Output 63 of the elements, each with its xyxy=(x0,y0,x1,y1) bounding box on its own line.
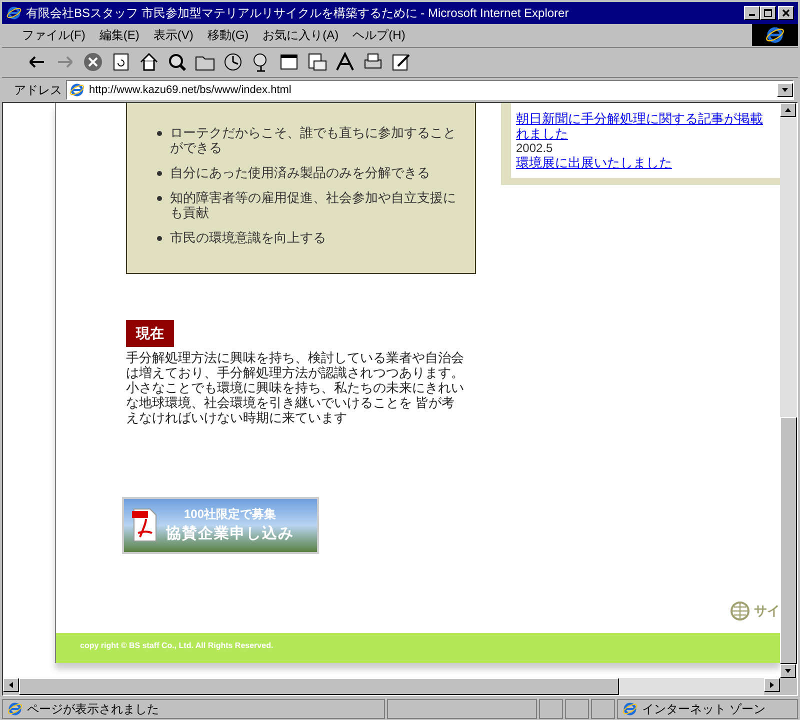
scroll-right-button[interactable] xyxy=(764,678,780,692)
pdf-file-icon xyxy=(132,507,158,544)
address-field[interactable]: http://www.kazu69.net/bs/www/index.html xyxy=(66,80,794,100)
copyright-text: copy right © BS staff Co., Ltd. All Rights Reserved. xyxy=(80,640,274,650)
stop-icon[interactable] xyxy=(82,51,104,74)
minimize-icon xyxy=(749,14,755,16)
section-heading: 現在 xyxy=(126,320,174,347)
bullet-icon xyxy=(157,236,162,241)
up-caret-icon xyxy=(784,106,792,114)
bullet-icon xyxy=(157,170,162,176)
home-icon[interactable] xyxy=(138,51,160,74)
browser-logo-icon xyxy=(7,701,23,718)
vertical-scrollbar[interactable] xyxy=(780,102,797,696)
down-caret-icon xyxy=(784,667,792,676)
feature-text: 市民の環境意識を向上する xyxy=(170,230,326,245)
globe-icon xyxy=(730,600,750,621)
caret-icon xyxy=(781,86,789,94)
scroll-down-button[interactable] xyxy=(780,664,796,678)
status-pane xyxy=(539,699,563,720)
news-link[interactable]: 環境展に出展いたしました xyxy=(516,154,780,170)
address-label: アドレス xyxy=(14,82,62,99)
status-pane xyxy=(565,699,589,720)
banner-subtitle: 100社限定で募集 xyxy=(184,506,276,524)
menu-item[interactable]: ヘルプ(H) xyxy=(352,26,406,44)
feature-text: 自分にあった使用済み製品のみを分解できる xyxy=(170,164,430,180)
horizontal-scrollbar[interactable] xyxy=(3,678,780,696)
menu-item[interactable]: 表示(V) xyxy=(153,26,194,44)
banner-title: 協賛企業申し込み xyxy=(166,524,294,544)
status-text: ページが表示されました xyxy=(27,701,159,718)
browser-logo-icon xyxy=(69,82,85,98)
scrollbar-corner xyxy=(780,678,797,696)
bullet-icon xyxy=(157,130,162,136)
zone-text: インターネット ゾーン xyxy=(642,701,766,718)
search-icon[interactable] xyxy=(166,51,188,74)
minimize-button[interactable] xyxy=(744,6,760,20)
browser-logo-icon xyxy=(6,4,22,21)
close-button[interactable] xyxy=(778,6,794,20)
menu-item[interactable]: 移動(G) xyxy=(207,26,249,44)
close-icon xyxy=(782,8,790,17)
address-url: http://www.kazu69.net/bs/www/index.html xyxy=(89,82,292,98)
section-paragraph: 手分解処理方法に興味を持ち、検討している業者や自治会は増えており、手分解処理方法が認識されつつあります。小さなことでも環境に興味を持ち、私たちの未来にきれいな地球環境、社会環境を引き継いでいけることを 皆が考えなければいけない時期に来ています xyxy=(126,350,465,425)
menu-item[interactable]: ファイル(F) xyxy=(22,26,86,44)
menu-item[interactable]: お気に入り(A) xyxy=(262,26,339,44)
font-icon[interactable] xyxy=(334,51,356,74)
dropdown-button[interactable] xyxy=(777,82,793,97)
maximize-button[interactable] xyxy=(760,6,776,20)
window-title: 有限会社BSスタッフ 市民参加型マテリアルリサイクルを構築するために - Microsoft Internet Explorer xyxy=(26,4,570,22)
news-link[interactable]: 朝日新聞に手分解処理に関する記事が掲載 れました xyxy=(516,110,780,141)
maximize-icon xyxy=(764,8,772,17)
news-date: 2002.5 xyxy=(516,140,554,155)
feature-text: 知的障害者等の雇用促進、社会参加や自立支援にも貢献 xyxy=(170,190,457,220)
menu-item[interactable]: 編集(E) xyxy=(99,26,140,44)
scroll-left-button[interactable] xyxy=(3,678,19,692)
mail-icon[interactable] xyxy=(306,51,328,74)
browser-logo-icon xyxy=(622,701,638,718)
right-caret-icon xyxy=(768,681,776,690)
feature-text: ローテクだからこそ、誰でも直ちに参加することができる xyxy=(170,124,457,155)
status-pane xyxy=(591,699,615,720)
history-icon[interactable] xyxy=(222,51,244,74)
browser-logo-icon xyxy=(765,25,785,46)
scroll-up-button[interactable] xyxy=(780,102,796,117)
left-caret-icon xyxy=(7,681,15,690)
bullet-icon xyxy=(157,196,162,201)
